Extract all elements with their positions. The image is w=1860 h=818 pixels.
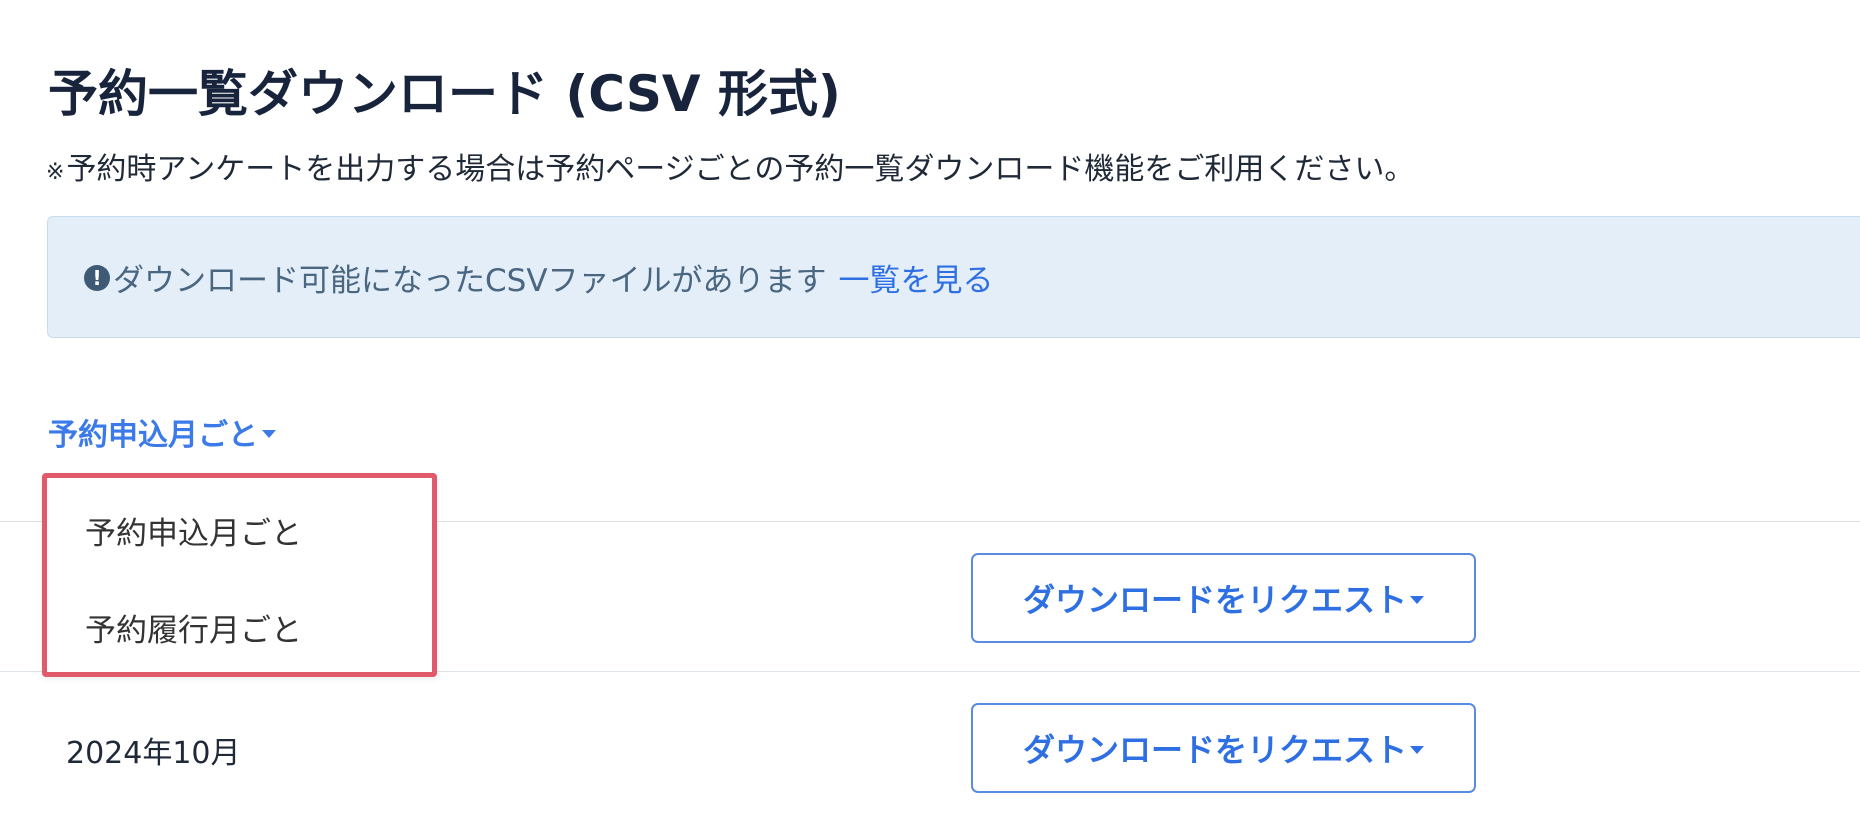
dropdown-option-by-application-month[interactable]: 予約申込月ごと <box>85 508 302 553</box>
month-label: 2024年10月 <box>66 736 241 771</box>
note-mark: ※ <box>46 160 65 185</box>
request-download-label: ダウンロードをリクエスト <box>1022 732 1407 768</box>
request-download-label: ダウンロードをリクエスト <box>1022 582 1407 618</box>
csv-available-alert: ! ダウンロード可能になったCSVファイルがあります 一覧を見る <box>47 216 1860 338</box>
csv-download-page: 予約一覧ダウンロード (CSV 形式) ※予約時アンケートを出力する場合は予約ペ… <box>0 0 1860 818</box>
dropdown-option-by-fulfillment-month[interactable]: 予約履行月ごと <box>85 605 302 650</box>
aggregation-mode-toggle[interactable]: 予約申込月ごと <box>48 410 276 454</box>
alert-content: ! ダウンロード可能になったCSVファイルがあります 一覧を見る <box>84 255 994 300</box>
exclamation-circle-icon: ! <box>84 264 110 291</box>
request-download-button[interactable]: ダウンロードをリクエスト <box>971 553 1476 643</box>
aggregation-mode-dropdown: 予約申込月ごと 予約履行月ごと <box>42 473 437 677</box>
questionnaire-note: ※予約時アンケートを出力する場合は予約ページごとの予約一覧ダウンロード機能をご利… <box>46 144 1414 188</box>
page-title: 予約一覧ダウンロード (CSV 形式) <box>48 65 841 123</box>
caret-down-icon <box>1410 746 1424 754</box>
note-text: 予約時アンケートを出力する場合は予約ページごとの予約一覧ダウンロード機能をご利用… <box>66 152 1415 187</box>
aggregation-mode-label: 予約申込月ごと <box>48 418 258 453</box>
caret-down-icon <box>262 430 276 438</box>
alert-text: ダウンロード可能になったCSVファイルがあります <box>113 263 827 299</box>
request-download-button[interactable]: ダウンロードをリクエスト <box>971 703 1476 793</box>
caret-down-icon <box>1410 596 1424 604</box>
view-list-link[interactable]: 一覧を見る <box>839 255 994 300</box>
